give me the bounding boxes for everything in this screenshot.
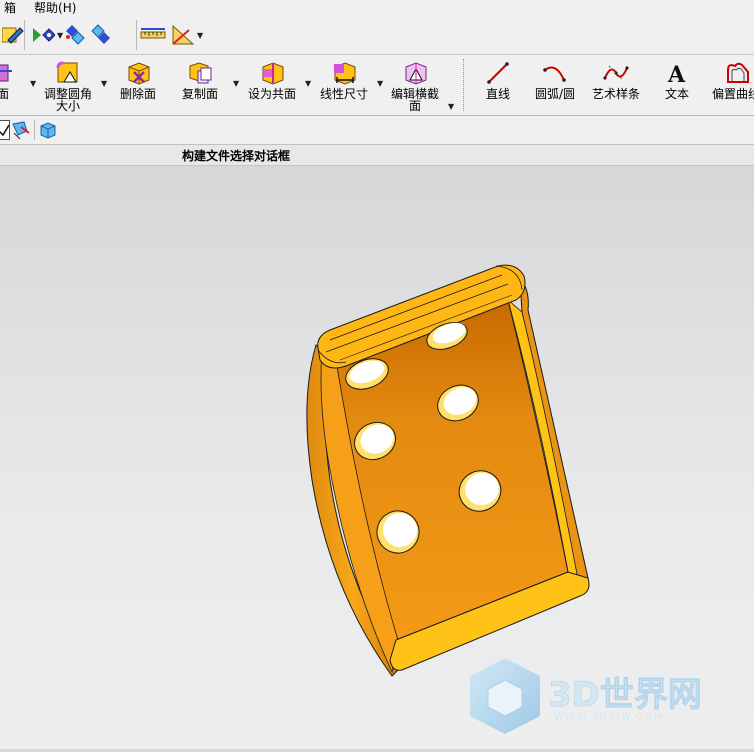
edit-toolbar: 面 ▼ 调整圆角 大小 ▼ 删除面 复制面 ▼ 设为共面 ▼ 线性尺寸 ▼ 编辑…: [0, 55, 754, 116]
resize-blend-icon: [54, 59, 82, 87]
sketch-icon[interactable]: [0, 22, 26, 48]
copy-face-button[interactable]: 复制面: [178, 55, 222, 115]
resize-blend-label: 调整圆角 大小: [43, 87, 92, 113]
arc-circle-button[interactable]: 圆弧/圆: [532, 55, 578, 115]
solid-body-icon[interactable]: [38, 120, 58, 140]
chevron-down-icon[interactable]: ▼: [233, 79, 239, 88]
graphics-window[interactable]: 3D世界网 WWW.3DSJW.COM: [0, 166, 754, 749]
face-button-label: 面: [0, 87, 9, 101]
chevron-down-icon[interactable]: ▼: [448, 102, 454, 111]
measure-distance-icon[interactable]: [140, 22, 166, 48]
chevron-down-icon[interactable]: ▼: [101, 79, 107, 88]
toolbar-separator: [34, 120, 35, 140]
face-button[interactable]: 面: [0, 55, 16, 115]
arc-circle-icon: [541, 59, 569, 87]
make-coplanar-label: 设为共面: [247, 87, 296, 101]
menu-item-toolbox[interactable]: 箱: [0, 0, 20, 16]
arc-circle-label: 圆弧/圆: [534, 87, 576, 101]
resize-blend-button[interactable]: 调整圆角 大小: [42, 55, 94, 115]
linear-dimension-icon: [330, 59, 358, 87]
offset-curve-button[interactable]: 偏置曲线: [710, 55, 754, 115]
studio-spline-icon: [602, 59, 630, 87]
face-icon: [0, 59, 17, 87]
measure-angle-icon[interactable]: [170, 22, 196, 48]
ribbon-divider: [463, 59, 466, 111]
copy-face-icon: [186, 59, 214, 87]
selection-toolbar: [0, 116, 754, 145]
chevron-down-icon[interactable]: ▼: [377, 79, 383, 88]
watermark-url: WWW.3DSJW.COM: [554, 712, 664, 723]
delete-face-icon: [124, 59, 152, 87]
cue-line: 构建文件选择对话框: [0, 145, 754, 166]
text-icon: A: [663, 59, 691, 87]
chevron-down-icon[interactable]: ▼: [30, 79, 36, 88]
standard-toolbar: ▼ ▼: [0, 16, 754, 55]
menu-item-help[interactable]: 帮助(H): [30, 0, 80, 16]
move-face-icon[interactable]: [30, 22, 56, 48]
offset-curve-icon: [724, 59, 752, 87]
delete-face-button[interactable]: 删除面: [116, 55, 160, 115]
linear-dimension-label: 线性尺寸: [319, 87, 368, 101]
line-icon: [484, 59, 512, 87]
studio-spline-button[interactable]: 艺术样条: [590, 55, 642, 115]
replace-face-icon[interactable]: [89, 22, 115, 48]
watermark-brand: 3D世界网: [548, 675, 702, 715]
line-button[interactable]: 直线: [482, 55, 514, 115]
edit-section-label: 编辑横截 面: [390, 87, 439, 113]
chevron-down-icon[interactable]: ▼: [305, 79, 311, 88]
edit-section-icon: [401, 59, 429, 87]
svg-text:A: A: [667, 62, 686, 86]
linear-dimension-button[interactable]: 线性尺寸: [316, 55, 372, 115]
copy-face-label: 复制面: [181, 87, 218, 101]
delete-face-label: 删除面: [119, 87, 156, 101]
selection-filter-icon[interactable]: [10, 119, 32, 141]
make-coplanar-icon: [258, 59, 286, 87]
sketch-tool[interactable]: [0, 20, 26, 50]
edit-section-button[interactable]: 编辑横截 面: [388, 55, 442, 115]
make-coplanar-button[interactable]: 设为共面: [244, 55, 300, 115]
offset-region-icon[interactable]: [63, 22, 89, 48]
watermark: 3D世界网 WWW.3DSJW.COM: [470, 658, 702, 734]
chevron-down-icon[interactable]: ▼: [197, 31, 203, 40]
check-box[interactable]: [0, 120, 10, 140]
status-message: 构建文件选择对话框: [182, 149, 291, 163]
menu-bar: 箱 帮助(H): [0, 0, 754, 16]
text-button[interactable]: A 文本: [661, 55, 693, 115]
studio-spline-label: 艺术样条: [591, 87, 640, 101]
line-label: 直线: [485, 87, 510, 101]
offset-curve-label: 偏置曲线: [712, 87, 754, 101]
text-label: 文本: [664, 87, 689, 101]
3d-part-model[interactable]: 3D世界网 WWW.3DSJW.COM: [0, 166, 754, 749]
